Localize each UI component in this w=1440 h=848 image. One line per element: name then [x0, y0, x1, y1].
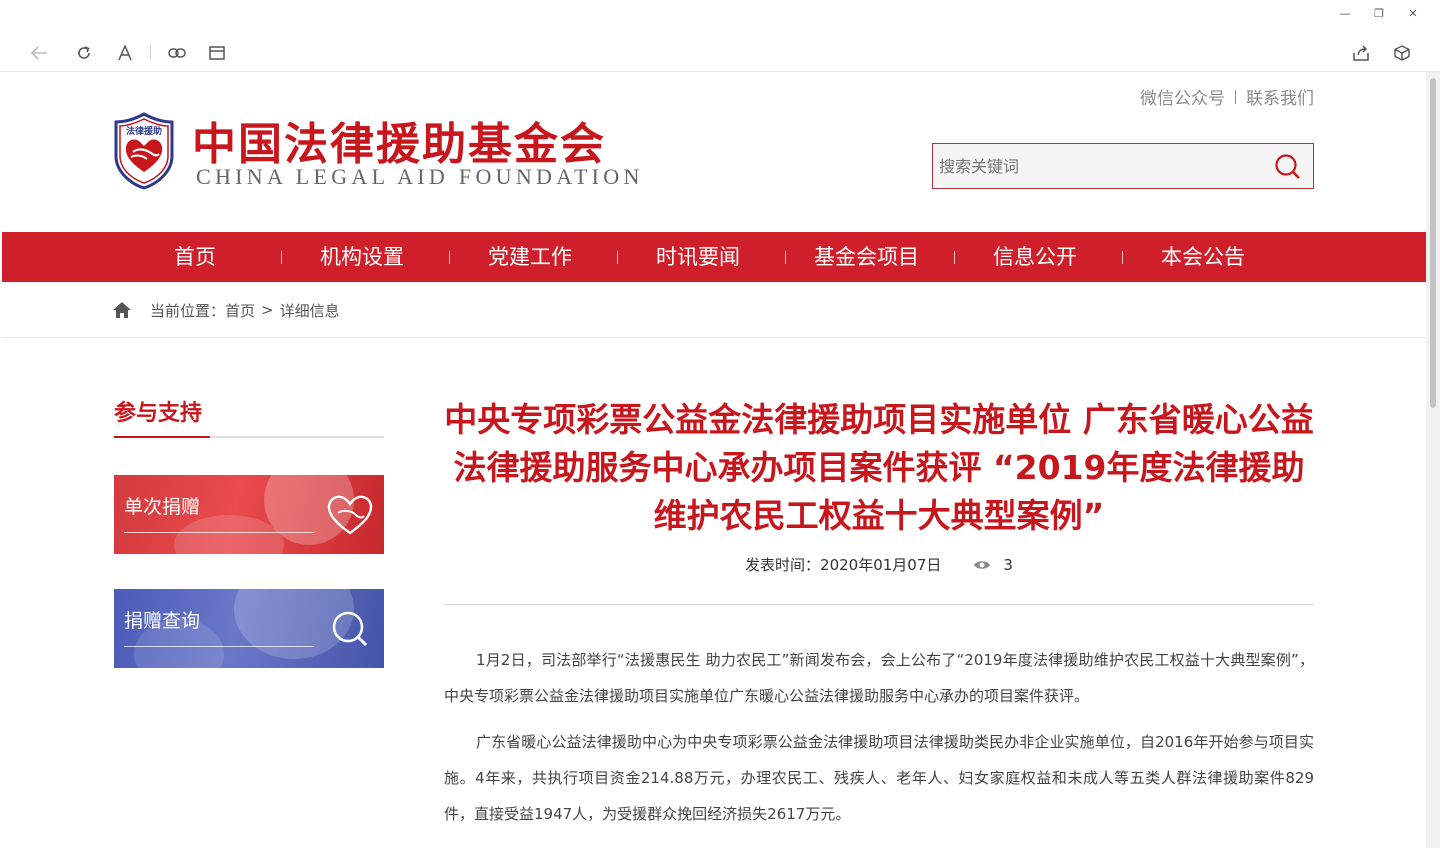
- nav-item-announcements[interactable]: 本会公告: [1161, 232, 1245, 282]
- card-underline: [124, 532, 314, 533]
- nav-item-party-building[interactable]: 党建工作: [488, 232, 572, 282]
- publish-label: 发表时间：: [745, 556, 821, 574]
- browser-toolbar: — ❐ ✕: [0, 0, 1440, 72]
- nav-divider: [281, 251, 282, 264]
- share-icon[interactable]: [1348, 40, 1374, 66]
- nav-item-home[interactable]: 首页: [174, 232, 216, 282]
- top-links: 微信公众号 联系我们: [1140, 84, 1314, 109]
- wechat-link[interactable]: 微信公众号: [1140, 84, 1225, 109]
- site-title[interactable]: 中国法律援助基金会: [192, 108, 606, 172]
- contact-link[interactable]: 联系我们: [1246, 84, 1314, 109]
- sidebar-title-underline: [114, 436, 384, 438]
- card-underline: [124, 646, 314, 647]
- search-input[interactable]: [935, 146, 1265, 186]
- nav-item-projects[interactable]: 基金会项目: [814, 232, 919, 282]
- scrollbar-thumb[interactable]: [1430, 78, 1436, 408]
- breadcrumb: 当前位置： 首页 > 详细信息: [112, 298, 340, 322]
- toolbar-divider: [150, 45, 151, 59]
- search-icon: [332, 611, 368, 647]
- home-icon[interactable]: [112, 301, 132, 319]
- article-paragraph: 1月2日，司法部举行“法援惠民生 助力农民工”新闻发布会，会上公布了“2019年…: [444, 651, 1314, 705]
- restore-button[interactable]: ❐: [1362, 4, 1396, 22]
- article-body: 1月2日，司法部举行“法援惠民生 助力农民工”新闻发布会，会上公布了“2019年…: [444, 642, 1314, 842]
- breadcrumb-label: 当前位置：: [150, 301, 226, 320]
- nav-divider: [1122, 251, 1123, 264]
- search-icon: [1275, 154, 1300, 179]
- single-donation-label: 单次捐赠: [124, 496, 201, 518]
- article-paragraph: 广东省暖心公益法律援助中心为中央专项彩票公益金法律援助项目法律援助类民办非企业实…: [444, 733, 1314, 823]
- article-meta: 发表时间： 2020年01月07日 3: [444, 554, 1314, 575]
- donation-query-card[interactable]: 捐赠查询: [114, 589, 384, 668]
- sidebar-title: 参与支持: [114, 401, 203, 426]
- breadcrumb-home-link[interactable]: 首页: [225, 300, 255, 321]
- single-donation-card[interactable]: 单次捐赠: [114, 475, 384, 554]
- nav-item-disclosure[interactable]: 信息公开: [993, 232, 1077, 282]
- nav-item-organization[interactable]: 机构设置: [320, 232, 404, 282]
- font-icon[interactable]: [112, 40, 138, 66]
- link-icon[interactable]: [164, 40, 190, 66]
- breadcrumb-separator: >: [261, 301, 274, 319]
- window-controls: — ❐ ✕: [1328, 4, 1430, 22]
- nav-divider: [449, 251, 450, 264]
- logo-emblem[interactable]: 法律援助: [113, 112, 175, 190]
- site-subtitle: CHINA LEGAL AID FOUNDATION: [196, 164, 644, 189]
- tab-icon[interactable]: [204, 40, 230, 66]
- link-divider: [1235, 89, 1236, 104]
- nav-divider: [617, 251, 618, 264]
- main-nav: 首页 机构设置 党建工作 时讯要闻 基金会项目 信息公开 本会公告: [2, 232, 1426, 282]
- search-box: [932, 143, 1314, 189]
- close-button[interactable]: ✕: [1396, 4, 1430, 22]
- breadcrumb-divider: [2, 337, 1426, 338]
- article-title: 中央专项彩票公益金法律援助项目实施单位 广东省暖心公益法律援助服务中心承办项目案…: [444, 400, 1314, 535]
- search-button[interactable]: [1273, 152, 1303, 182]
- logo-badge-text: 法律援助: [125, 127, 162, 137]
- publish-date: 2020年01月07日: [820, 556, 942, 574]
- heart-icon: [327, 495, 373, 535]
- eye-icon: [974, 560, 991, 569]
- article-divider: [444, 604, 1314, 605]
- view-count: 3: [1003, 555, 1013, 574]
- reload-icon[interactable]: [71, 40, 97, 66]
- nav-divider: [785, 251, 786, 264]
- breadcrumb-current: 详细信息: [279, 301, 340, 320]
- back-icon[interactable]: [26, 40, 52, 66]
- nav-divider: [954, 251, 955, 264]
- minimize-button[interactable]: —: [1328, 4, 1362, 22]
- extension-icon[interactable]: [1389, 40, 1415, 66]
- page-scrollbar[interactable]: [1426, 72, 1440, 848]
- nav-item-news[interactable]: 时讯要闻: [656, 232, 740, 282]
- donation-query-label: 捐赠查询: [124, 610, 201, 632]
